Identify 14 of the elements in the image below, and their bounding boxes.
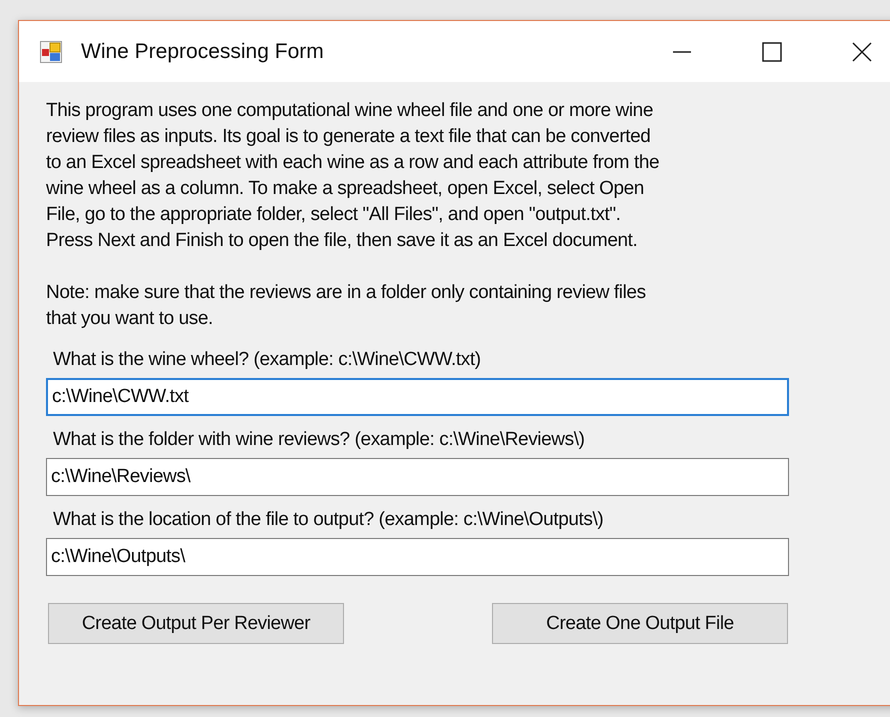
input-field[interactable]: c:\Wine\CWW.txt — [46, 378, 789, 416]
maximize-icon[interactable] — [761, 40, 783, 62]
input-field[interactable]: c:\Wine\Reviews\ — [46, 458, 789, 496]
action-button[interactable]: Create One Output File — [492, 603, 788, 644]
field-label: What is the folder with wine reviews? (example: c:\Wine\Reviews\) — [53, 428, 586, 452]
input-field[interactable]: c:\Wine\Outputs\ — [46, 538, 789, 576]
window-title: Wine Preprocessing Form — [81, 40, 324, 64]
close-icon[interactable] — [851, 40, 873, 62]
intro-text: This program uses one computational wine wheel file and one or more wine review files as inputs. Its goal is to generate a text file that can be converted to an Excel spreadsheet with each wine as a row and each attribute from the wine wheel as a column. To make a spreadsheet, open Excel, select Open File, go to the appropriate folder, select "All Files", and open "output.txt". Press Next and Finish to open the file, then save it as an Excel document. — [46, 99, 660, 253]
field-label: What is the location of the file to output? (example: c:\Wine\Outputs\) — [53, 508, 604, 532]
field-label: What is the wine wheel? (example: c:\Wine\CWW.txt) — [53, 348, 482, 372]
note-text: Note: make sure that the reviews are in a folder only containing review files that you want to use. — [46, 281, 647, 331]
app-icon — [40, 40, 62, 62]
action-button[interactable]: Create Output Per Reviewer — [48, 603, 344, 644]
